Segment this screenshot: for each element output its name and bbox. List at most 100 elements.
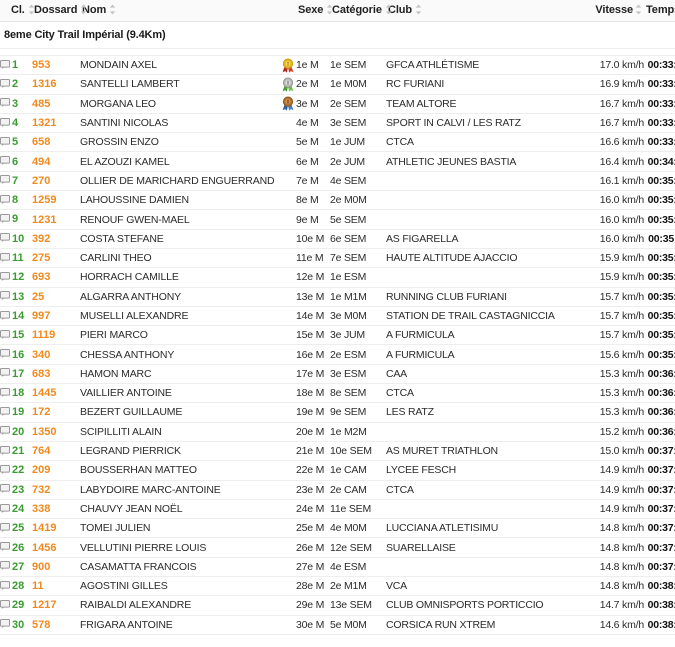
table-row[interactable]: 24 338 CHAUVY JEAN NOËL 24e M 11e SEM 14.9 km… bbox=[0, 499, 675, 520]
table-header: Cl. Dossard Nom Sexe Catégorie Club Vite… bbox=[0, 0, 675, 22]
table-row[interactable]: 30 578 FRIGARA ANTOINE 30e M 5e M0M CORSICA R… bbox=[0, 615, 675, 635]
table-row[interactable]: 23 732 LABYDOIRE MARC-ANTOINE 23e M 2e CAM CT… bbox=[0, 480, 675, 500]
table-row[interactable]: 29 1217 RAIBALDI ALEXANDRE 29e M 13e SEM CLUB… bbox=[0, 595, 675, 616]
column-header-speed[interactable]: Vitesse bbox=[586, 0, 644, 22]
cell-medal bbox=[280, 595, 296, 616]
comment-bubble-icon[interactable] bbox=[0, 59, 10, 69]
cell-rank: 5 bbox=[0, 132, 32, 153]
table-row[interactable]: 12 693 HORRACH CAMILLE 12e M 1e ESM 15.9 km/h… bbox=[0, 267, 675, 288]
sort-toggle-icon[interactable] bbox=[28, 4, 35, 15]
column-header-sex[interactable]: Sexe bbox=[296, 0, 333, 22]
cell-time: 00:34:14 bbox=[644, 151, 675, 172]
table-row[interactable]: 7 270 OLLIER DE MARICHARD ENGUERRAND 7e M 4e… bbox=[0, 171, 675, 192]
table-row[interactable]: 6 494 EL AZOUZI KAMEL 6e M 2e JUM ATHLETIC JE… bbox=[0, 151, 675, 172]
cell-category: 2e M1M bbox=[330, 576, 386, 597]
cell-bib: 764 bbox=[32, 441, 80, 462]
comment-bubble-icon[interactable] bbox=[0, 291, 10, 301]
comment-bubble-icon[interactable] bbox=[0, 117, 10, 127]
comment-bubble-icon[interactable] bbox=[0, 368, 10, 378]
column-header-time[interactable]: Temps bbox=[644, 0, 675, 22]
table-row[interactable]: 26 1456 VELLUTINI PIERRE LOUIS 26e M 12e SEM… bbox=[0, 537, 675, 558]
cell-category: 3e M0M bbox=[330, 306, 386, 327]
comment-bubble-icon[interactable] bbox=[0, 426, 10, 436]
comment-bubble-icon[interactable] bbox=[0, 214, 10, 224]
table-row[interactable]: 11 275 CARLINI THEO 11e M 7e SEM HAUTE ALTITU… bbox=[0, 248, 675, 269]
table-row[interactable]: 5 658 GROSSIN ENZO 5e M 1e JUM CTCA 16.6 km/h 0… bbox=[0, 132, 675, 153]
comment-bubble-icon[interactable] bbox=[0, 156, 10, 166]
cell-category: 4e SEM bbox=[330, 171, 386, 192]
comment-bubble-icon[interactable] bbox=[0, 233, 10, 243]
column-header-club[interactable]: Club bbox=[386, 0, 586, 22]
column-header-category[interactable]: Catégorie bbox=[330, 0, 392, 22]
comment-bubble-icon[interactable] bbox=[0, 136, 10, 146]
cell-bib: 1217 bbox=[32, 595, 80, 616]
table-row[interactable]: 14 997 MUSELLI ALEXANDRE 14e M 3e M0M STATION… bbox=[0, 306, 675, 327]
table-row[interactable]: 21 764 LEGRAND PIERRICK 21e M 10e SEM AS MURE… bbox=[0, 441, 675, 462]
cell-sex: 27e M bbox=[296, 557, 330, 578]
cell-bib: 11 bbox=[32, 576, 80, 597]
sort-toggle-icon[interactable] bbox=[385, 4, 392, 15]
table-row[interactable]: 8 1259 LAHOUSSINE DAMIEN 8e M 2e M0M 16.0 km/… bbox=[0, 190, 675, 211]
comment-bubble-icon[interactable] bbox=[0, 194, 10, 204]
rank-value: 26 bbox=[12, 541, 25, 554]
comment-bubble-icon[interactable] bbox=[0, 175, 10, 185]
cell-name: SCIPILLITI ALAIN bbox=[80, 422, 280, 442]
column-header-bib[interactable]: Dossard bbox=[32, 0, 87, 22]
sort-toggle-icon[interactable] bbox=[326, 4, 333, 15]
table-row[interactable]: 20 1350 SCIPILLITI ALAIN 20e M 1e M2M 15.2 km… bbox=[0, 422, 675, 442]
table-row[interactable]: 28 11 AGOSTINI GILLES 28e M 2e M1M VCA 14.8 km… bbox=[0, 576, 675, 597]
comment-bubble-icon[interactable] bbox=[0, 407, 10, 417]
comment-bubble-icon[interactable] bbox=[0, 561, 10, 571]
cell-bib: 172 bbox=[32, 402, 80, 423]
table-row[interactable]: 10 392 COSTA STEFANE 10e M 6e SEM AS FIGARELL… bbox=[0, 229, 675, 249]
table-row[interactable]: 16 340 CHESSA ANTHONY 16e M 2e ESM A FURMICUL… bbox=[0, 344, 675, 365]
comment-bubble-icon[interactable] bbox=[0, 484, 10, 494]
cell-time: 00:35:05 bbox=[644, 190, 675, 211]
table-row[interactable]: 2 1316 SANTELLI LAMBERT 2e M 1e M0M RC FURIAN… bbox=[0, 74, 675, 95]
comment-bubble-icon[interactable] bbox=[0, 98, 10, 108]
comment-bubble-icon[interactable] bbox=[0, 542, 10, 552]
cell-category: 2e M0M bbox=[330, 190, 386, 211]
cell-medal bbox=[280, 325, 296, 346]
comment-bubble-icon[interactable] bbox=[0, 310, 10, 320]
table-row[interactable]: 15 1119 PIERI MARCO 15e M 3e JUM A FURMICULA 1… bbox=[0, 325, 675, 346]
sort-toggle-icon[interactable] bbox=[80, 4, 87, 15]
comment-bubble-icon[interactable] bbox=[0, 580, 10, 590]
comment-bubble-icon[interactable] bbox=[0, 445, 10, 455]
cell-time: 00:33:15 bbox=[644, 74, 675, 95]
cell-rank: 4 bbox=[0, 113, 32, 134]
table-row[interactable]: 3 485 MORGANA LEO 3e M 2e SEM TEAM ALTORE 16.7… bbox=[0, 94, 675, 114]
table-row[interactable]: 22 209 BOUSSERHAN MATTEO 22e M 1e CAM LYCEE F… bbox=[0, 460, 675, 481]
comment-bubble-icon[interactable] bbox=[0, 600, 10, 609]
cell-name: GROSSIN ENZO bbox=[80, 132, 280, 153]
cell-medal bbox=[280, 615, 296, 635]
column-header-rank[interactable]: Cl. bbox=[0, 0, 35, 22]
comment-bubble-icon[interactable] bbox=[0, 387, 10, 397]
comment-bubble-icon[interactable] bbox=[0, 271, 10, 281]
table-row[interactable]: 19 172 BEZERT GUILLAUME 19e M 9e SEM LES RATZ… bbox=[0, 402, 675, 423]
cell-category: 3e JUM bbox=[330, 325, 386, 346]
comment-bubble-icon[interactable] bbox=[0, 522, 10, 532]
comment-bubble-icon[interactable] bbox=[0, 78, 10, 88]
table-row[interactable]: 25 1419 TOMEI JULIEN 25e M 4e M0M LUCCIANA AT… bbox=[0, 518, 675, 539]
table-row[interactable]: 1 953 MONDAIN AXEL 1e M 1e SEM GFCA ATHLÉTISM… bbox=[0, 55, 675, 76]
cell-bib: 25 bbox=[32, 287, 80, 307]
sort-toggle-icon[interactable] bbox=[635, 4, 642, 15]
header-row: Cl. Dossard Nom Sexe Catégorie Club Vite… bbox=[0, 0, 675, 22]
sort-toggle-icon[interactable] bbox=[415, 4, 422, 15]
comment-bubble-icon[interactable] bbox=[0, 464, 10, 474]
table-row[interactable]: 18 1445 VAILLIER ANTOINE 18e M 8e SEM CTCA 15.… bbox=[0, 383, 675, 404]
table-row[interactable]: 17 683 HAMON MARC 17e M 3e ESM CAA 15.3 km/h 00… bbox=[0, 364, 675, 385]
sort-toggle-icon[interactable] bbox=[109, 4, 116, 15]
table-row[interactable]: 27 900 CASAMATTA FRANCOIS 27e M 4e ESM 14.8 k… bbox=[0, 557, 675, 578]
comment-bubble-icon[interactable] bbox=[0, 619, 10, 629]
comment-bubble-icon[interactable] bbox=[0, 503, 10, 513]
column-header-name[interactable]: Nom bbox=[80, 0, 296, 22]
comment-bubble-icon[interactable] bbox=[0, 252, 10, 262]
table-row[interactable]: 4 1321 SANTINI NICOLAS 4e M 3e SEM SPORT IN C… bbox=[0, 113, 675, 134]
comment-bubble-icon[interactable] bbox=[0, 349, 10, 359]
cell-bib: 270 bbox=[32, 171, 80, 192]
table-row[interactable]: 13 25 ALGARRA ANTHONY 13e M 1e M1M RUNNING CL… bbox=[0, 287, 675, 307]
comment-bubble-icon[interactable] bbox=[0, 329, 10, 339]
table-row[interactable]: 9 1231 RENOUF GWEN-MAEL 9e M 5e SEM 16.0 km/h… bbox=[0, 209, 675, 230]
